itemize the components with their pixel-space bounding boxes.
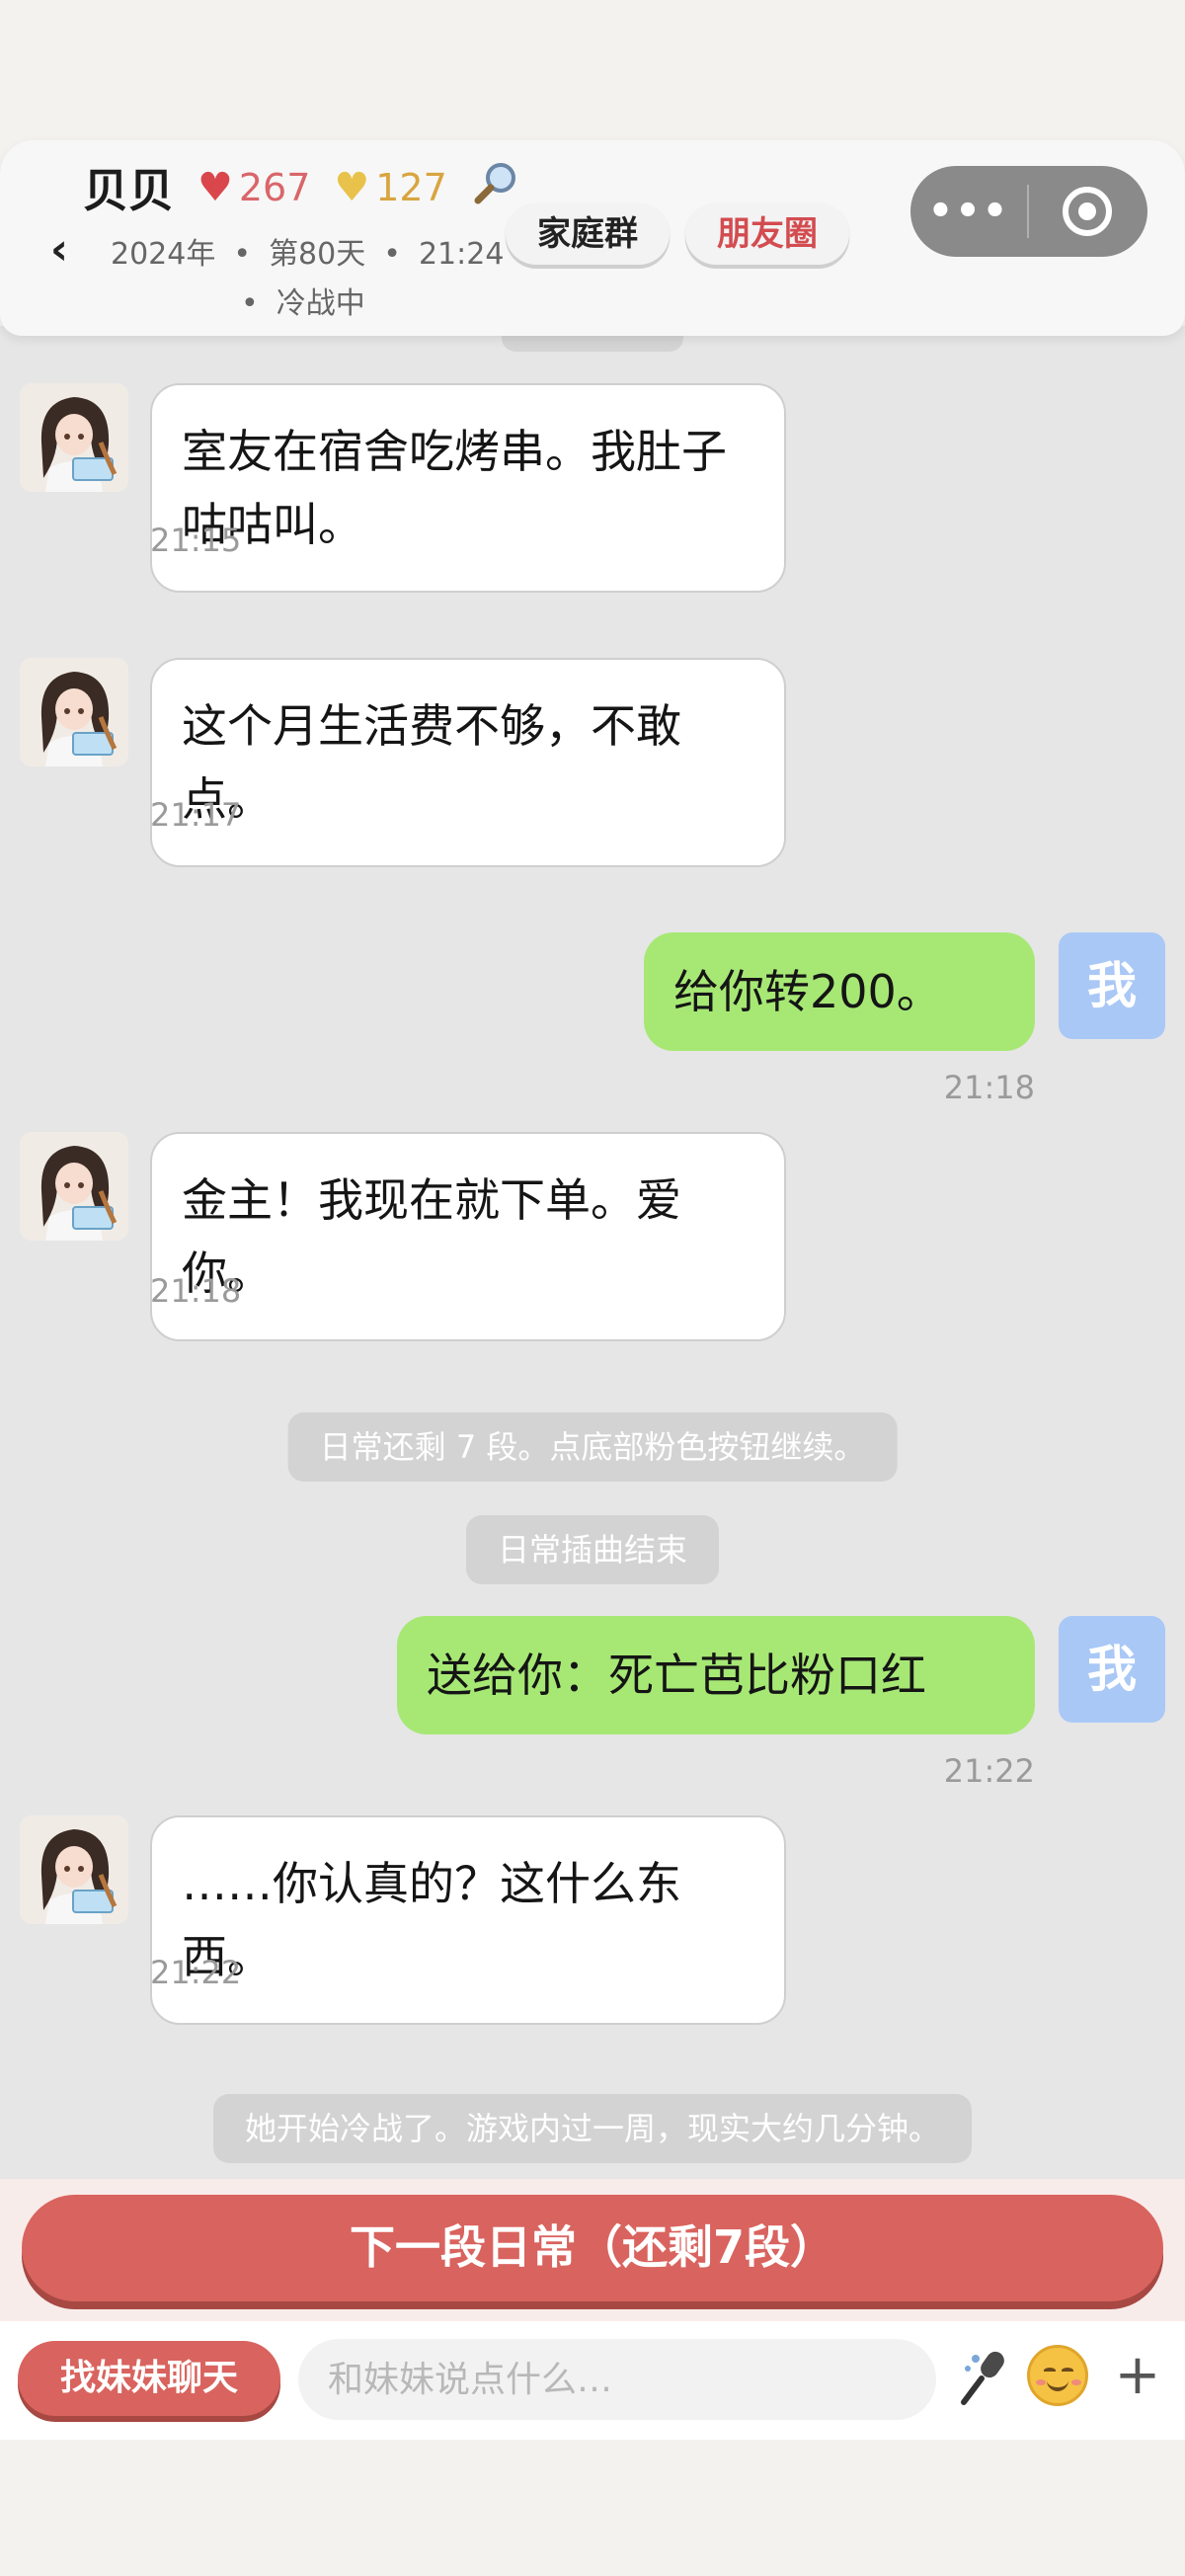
- family-group-button[interactable]: 家庭群: [506, 203, 670, 265]
- microphone-icon[interactable]: [954, 2345, 1017, 2408]
- heart-gold-icon: ♥: [334, 165, 370, 210]
- avatar[interactable]: [20, 658, 128, 766]
- heart-red-icon: ♥: [198, 165, 233, 210]
- game-date-line: 2024年 • 第80天 • 21:24: [111, 237, 505, 272]
- miniprogram-capsule: •••: [910, 166, 1147, 257]
- title-row: 贝贝 ♥ 267 ♥ 127: [83, 158, 518, 217]
- message-bubble-left: 这个月生活费不够，不敢点。: [150, 658, 786, 867]
- avatar[interactable]: [20, 1132, 128, 1241]
- find-sister-button[interactable]: 找妹妹聊天: [18, 2341, 280, 2416]
- game-time: 21:24: [418, 237, 505, 272]
- message-bubble-right: 给你转200。: [644, 932, 1035, 1051]
- next-episode-button[interactable]: 下一段日常（还剩7段）: [22, 2195, 1163, 2301]
- message-bubble-left: 金主！我现在就下单。爱你。: [150, 1132, 786, 1341]
- relationship-status-line: • 冷战中: [241, 286, 365, 321]
- message-time: 21:17: [150, 796, 242, 834]
- message-bubble-left: 室友在宿舍吃烤串。我肚子咕咕叫。: [150, 383, 786, 593]
- smile-emoji-icon[interactable]: [1027, 2345, 1088, 2406]
- message-time: 21:18: [150, 1272, 242, 1310]
- message-time: 21:22: [943, 1752, 1035, 1790]
- message-time: 21:22: [150, 1954, 242, 1991]
- moments-button[interactable]: 朋友圈: [685, 203, 849, 265]
- message-bubble-left: ……你认真的？这什么东西。: [150, 1815, 786, 2025]
- more-dots-icon[interactable]: •••: [910, 189, 1027, 234]
- affection-stat: ♥ 267: [198, 165, 310, 210]
- system-tip: 日常还剩 7 段。点底部粉色按钮继续。: [287, 1412, 898, 1482]
- affection-value: 267: [238, 166, 311, 209]
- favor-stat: ♥ 127: [318, 165, 446, 210]
- chat-area[interactable]: 室友在宿舍吃烤串。我肚子咕咕叫。 21:15 这个月生活费不够，不敢点。 21:…: [0, 326, 1185, 2183]
- input-bar: 找妹妹聊天 +: [0, 2321, 1185, 2440]
- action-bar: 下一段日常（还剩7段）: [0, 2179, 1185, 2321]
- message-bubble-right: 送给你：死亡芭比粉口红: [397, 1616, 1035, 1734]
- relationship-status: 冷战中: [276, 286, 365, 321]
- game-year: 2024年: [111, 237, 216, 272]
- message-input[interactable]: [298, 2339, 936, 2420]
- chevron-left-icon[interactable]: ‹: [40, 225, 79, 275]
- my-avatar[interactable]: 我: [1059, 932, 1165, 1039]
- magnifier-icon[interactable]: [473, 160, 518, 216]
- system-tip: 她开始冷战了。游戏内过一周，现实大约几分钟。: [212, 2094, 973, 2163]
- message-time: 21:15: [150, 522, 242, 559]
- avatar[interactable]: [20, 1815, 128, 1924]
- favor-value: 127: [375, 166, 447, 209]
- chat-header: ‹ 贝贝 ♥ 267 ♥ 127 2024年 • 第80天 • 21:24 • 冷战中: [0, 140, 1185, 336]
- target-circle-icon[interactable]: [1029, 187, 1146, 236]
- contact-name: 贝贝: [83, 164, 174, 217]
- app-root: ‹ 贝贝 ♥ 267 ♥ 127 2024年 • 第80天 • 21:24 • 冷战中: [0, 0, 1185, 2576]
- game-day: 第80天: [269, 237, 366, 272]
- avatar[interactable]: [20, 383, 128, 492]
- system-tip: 日常插曲结束: [465, 1515, 720, 1584]
- my-avatar[interactable]: 我: [1059, 1616, 1165, 1723]
- plus-icon[interactable]: +: [1108, 2343, 1167, 2408]
- message-time: 21:18: [943, 1069, 1035, 1106]
- girl-avatar-icon: [20, 383, 128, 492]
